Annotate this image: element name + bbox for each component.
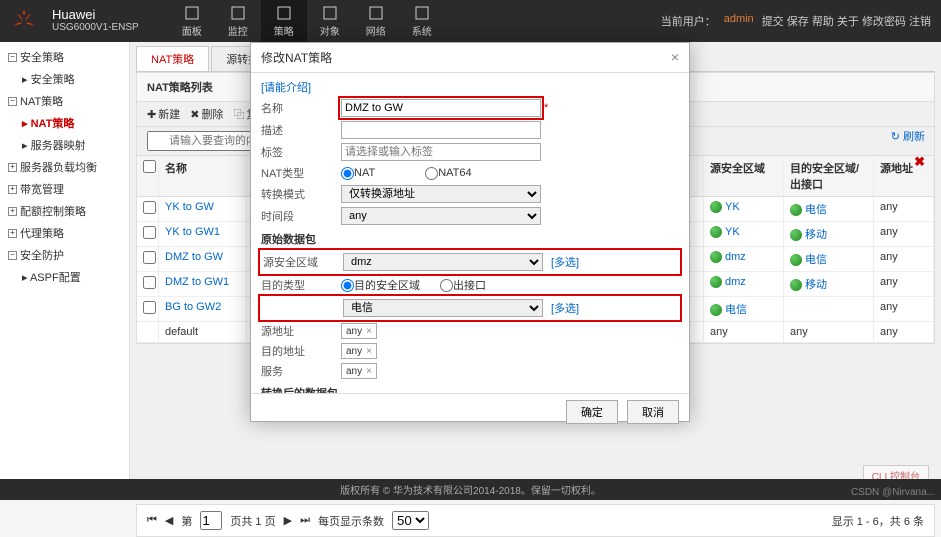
tree-item[interactable]: ▸ ASPF配置 [0,266,129,288]
dialog-title: 修改NAT策略 [261,49,332,66]
multi-link-2[interactable]: [多选] [551,300,579,316]
tree-item[interactable]: + 配额控制策略 [0,200,129,222]
tree-item[interactable]: − 安全策略 [0,46,129,68]
hdr-link[interactable]: 关于 [837,16,859,28]
tree-item[interactable]: + 服务器负载均衡 [0,156,129,178]
nav-网络[interactable]: 网络 [353,0,399,42]
tag-any[interactable]: any× [341,323,377,339]
section-original: 原始数据包 [261,231,679,247]
nat64-radio[interactable] [425,167,438,180]
hdr-link[interactable]: 帮助 [812,16,834,28]
nav-系统[interactable]: 系统 [399,0,445,42]
dst-zone-select[interactable]: 电信 [343,299,543,317]
edit-nat-dialog: 修改NAT策略 × [请能介绍] 名称 * 描述 标签 NAT类型 NAT NA… [250,42,690,422]
src-zone-select[interactable]: dmz [343,253,543,271]
desc-field[interactable] [341,121,541,139]
pager-last-icon[interactable]: ⏭ [300,514,310,527]
dst-zone-radio[interactable] [341,279,354,292]
current-user[interactable]: admin [724,13,754,29]
tag-any[interactable]: any× [341,363,377,379]
nav-策略[interactable]: 策略 [261,0,307,42]
delete-button[interactable]: ✖ 删除 [190,106,223,122]
pager-prev-icon[interactable]: ◀ [165,514,173,527]
hdr-link[interactable]: 提交 [762,16,784,28]
col-name: 名称 [159,156,247,196]
multi-link[interactable]: [多选] [551,254,579,270]
col-dstzone: 目的安全区域/出接口 [784,156,874,196]
huawei-logo [0,0,48,42]
tree-item[interactable]: ▸ 服务器映射 [0,134,129,156]
time-select[interactable]: any [341,207,541,225]
cancel-button[interactable]: 取消 [627,400,679,424]
model-name: USG6000V1-ENSP [52,22,139,34]
pager-next-icon[interactable]: ▶ [284,514,292,527]
col-srczone: 源安全区域 [704,156,784,196]
footer-copyright: 版权所有 © 华为技术有限公司2014-2018。保留一切权利。 [0,479,941,500]
clear-icon[interactable]: ✖ [914,154,925,170]
nav-面板[interactable]: 面板 [169,0,215,42]
new-button[interactable]: ✚ 新建 [147,106,180,122]
pager-summary: 显示 1 - 6，共 6 条 [832,513,924,529]
close-icon[interactable]: × [671,49,679,66]
tree-item[interactable]: ▸ NAT策略 [0,112,129,134]
mode-select[interactable]: 仅转换源地址 [341,185,541,203]
brand-name: Huawei [52,8,139,22]
nat-radio[interactable] [341,167,354,180]
hdr-link[interactable]: 保存 [787,16,809,28]
per-page-select[interactable]: 50 [392,511,429,530]
refresh-link[interactable]: ↻ 刷新 [891,128,925,144]
col-checkbox[interactable] [137,156,159,196]
hdr-link[interactable]: 注销 [909,16,931,28]
tree-item[interactable]: ▸ 安全策略 [0,68,129,90]
tag-any[interactable]: any× [341,343,377,359]
watermark: CSDN @Nirvana... [851,487,935,498]
name-field[interactable] [341,99,541,117]
section-translated: 转换后的数据包 [261,385,679,393]
intro-link[interactable]: [请能介绍] [261,82,311,94]
pager-first-icon[interactable]: ⏮ [147,514,157,527]
tree-item[interactable]: − 安全防护 [0,244,129,266]
brand-block: Huawei USG6000V1-ENSP [52,8,139,34]
col-srcip: 源地址 [874,156,934,196]
ok-button[interactable]: 确定 [566,400,618,424]
page-input[interactable] [200,511,222,530]
nav-监控[interactable]: 监控 [215,0,261,42]
out-if-radio[interactable] [440,279,453,292]
tag-field[interactable] [341,143,541,161]
tree-item[interactable]: − NAT策略 [0,90,129,112]
tree-item[interactable]: + 代理策略 [0,222,129,244]
current-user-label: 当前用户： [661,13,716,29]
tree-item[interactable]: + 带宽管理 [0,178,129,200]
nav-对象[interactable]: 对象 [307,0,353,42]
tab[interactable]: NAT策略 [136,46,209,71]
hdr-link[interactable]: 修改密码 [862,16,906,28]
